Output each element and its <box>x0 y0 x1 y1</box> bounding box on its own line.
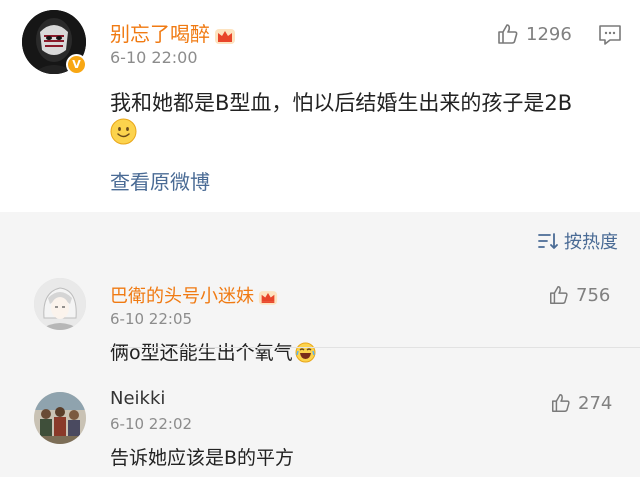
like-button[interactable]: 756 <box>548 284 610 306</box>
avatar[interactable] <box>34 392 86 444</box>
laughing-emoji-icon <box>295 342 316 363</box>
main-post: V 别忘了喝醉 6-10 22:00 1296 我和她都是B型血，怕以后结婚生出… <box>0 0 640 212</box>
avatar[interactable] <box>34 278 86 330</box>
comment-time: 6-10 22:05 <box>110 310 193 328</box>
like-count: 274 <box>578 392 613 414</box>
comment-icon[interactable] <box>598 24 622 46</box>
username-text[interactable]: 别忘了喝醉 <box>110 22 210 46</box>
comment-username[interactable]: Neikki <box>110 388 165 409</box>
weibo-comment-screen: V 别忘了喝醉 6-10 22:00 1296 我和她都是B型血，怕以后结婚生出… <box>0 0 640 477</box>
divider <box>110 347 640 348</box>
crown-icon <box>215 28 235 44</box>
like-button[interactable]: 274 <box>550 392 612 414</box>
thumbs-up-icon <box>498 24 518 44</box>
username-text[interactable]: 巴衛的头号小迷妹 <box>110 286 254 307</box>
view-original-link[interactable]: 查看原微博 <box>110 166 210 195</box>
anime-character-avatar-image <box>34 278 86 330</box>
like-count: 1296 <box>526 23 572 45</box>
post-username[interactable]: 别忘了喝醉 <box>110 18 236 47</box>
sort-icon <box>538 233 558 249</box>
like-button[interactable]: 1296 <box>496 22 572 46</box>
thumbs-up-icon <box>550 286 568 304</box>
group-photo-avatar-image <box>34 392 86 444</box>
sort-by-hot-button[interactable]: 按热度 <box>538 228 618 254</box>
comment-text: 俩o型还能生出个氧气 <box>110 338 316 365</box>
sort-label: 按热度 <box>564 232 618 253</box>
post-text: 我和她都是B型血，怕以后结婚生出来的孩子是2B <box>110 91 573 115</box>
comment-time: 6-10 22:02 <box>110 415 193 433</box>
verified-badge: V <box>66 54 87 75</box>
post-time: 6-10 22:00 <box>110 48 198 67</box>
comment-text-content: 俩o型还能生出个氧气 <box>110 342 293 364</box>
comment-username[interactable]: 巴衛的头号小迷妹 <box>110 282 278 308</box>
thumbs-up-icon <box>552 394 570 412</box>
comments-section: 按热度 巴衛的头号小迷妹 6-10 22:05 756 俩o型还能生出个氧气 N… <box>0 212 640 477</box>
username-text[interactable]: Neikki <box>110 388 165 409</box>
crown-icon <box>258 290 278 305</box>
like-count: 756 <box>576 284 611 306</box>
comment-text: 告诉她应该是B的平方 <box>110 447 295 469</box>
smiley-emoji-icon <box>110 118 137 145</box>
